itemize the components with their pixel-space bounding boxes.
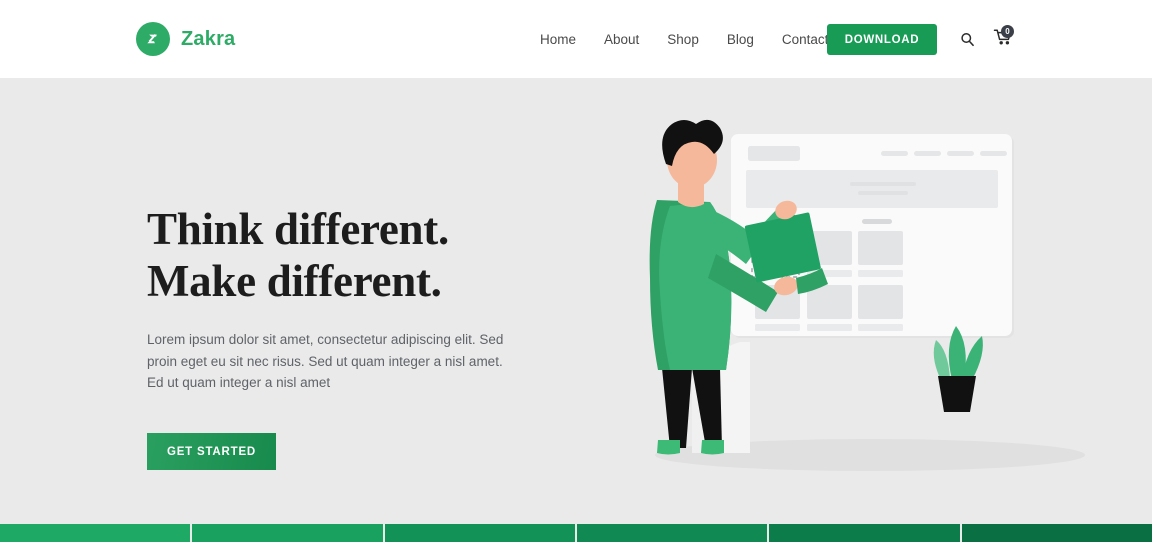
cart-count-badge: 0 xyxy=(1001,25,1014,38)
search-icon xyxy=(960,32,974,46)
download-button[interactable]: DOWNLOAD xyxy=(827,24,937,55)
nav-item-blog[interactable]: Blog xyxy=(713,31,768,49)
strip-segment-5 xyxy=(769,524,962,542)
hero-illustration xyxy=(600,78,1152,524)
hero-section: Think different. Make different. Lorem i… xyxy=(0,78,1152,524)
nav-item-about[interactable]: About xyxy=(590,31,653,49)
landing-page: Zakra Home About Shop Blog Contact DOWNL… xyxy=(0,0,1152,542)
strip-segment-2 xyxy=(192,524,385,542)
strip-segment-1 xyxy=(0,524,193,542)
nav-item-shop[interactable]: Shop xyxy=(653,31,713,49)
hero-description: Lorem ipsum dolor sit amet, consectetur … xyxy=(147,332,504,390)
get-started-button[interactable]: GET STARTED xyxy=(147,433,276,470)
hero-text-block: Think different. Make different. Lorem i… xyxy=(147,203,567,394)
bottom-color-strip xyxy=(0,524,1152,542)
brand-logo[interactable]: Zakra xyxy=(136,22,235,56)
strip-segment-6 xyxy=(961,524,1152,542)
nav-item-home[interactable]: Home xyxy=(540,31,590,49)
strip-segment-4 xyxy=(576,524,770,542)
hero-title-line-2: Make different. xyxy=(147,256,442,306)
hero-title: Think different. Make different. xyxy=(147,203,567,307)
main-navigation: Home About Shop Blog Contact xyxy=(540,31,842,49)
brand-name: Zakra xyxy=(181,28,236,50)
hero-title-line-1: Think different. xyxy=(147,204,449,254)
strip-segment-3 xyxy=(384,524,577,542)
search-button[interactable] xyxy=(956,28,978,50)
site-header: Zakra Home About Shop Blog Contact DOWNL… xyxy=(0,0,1152,78)
zakra-logo-icon xyxy=(136,22,170,56)
